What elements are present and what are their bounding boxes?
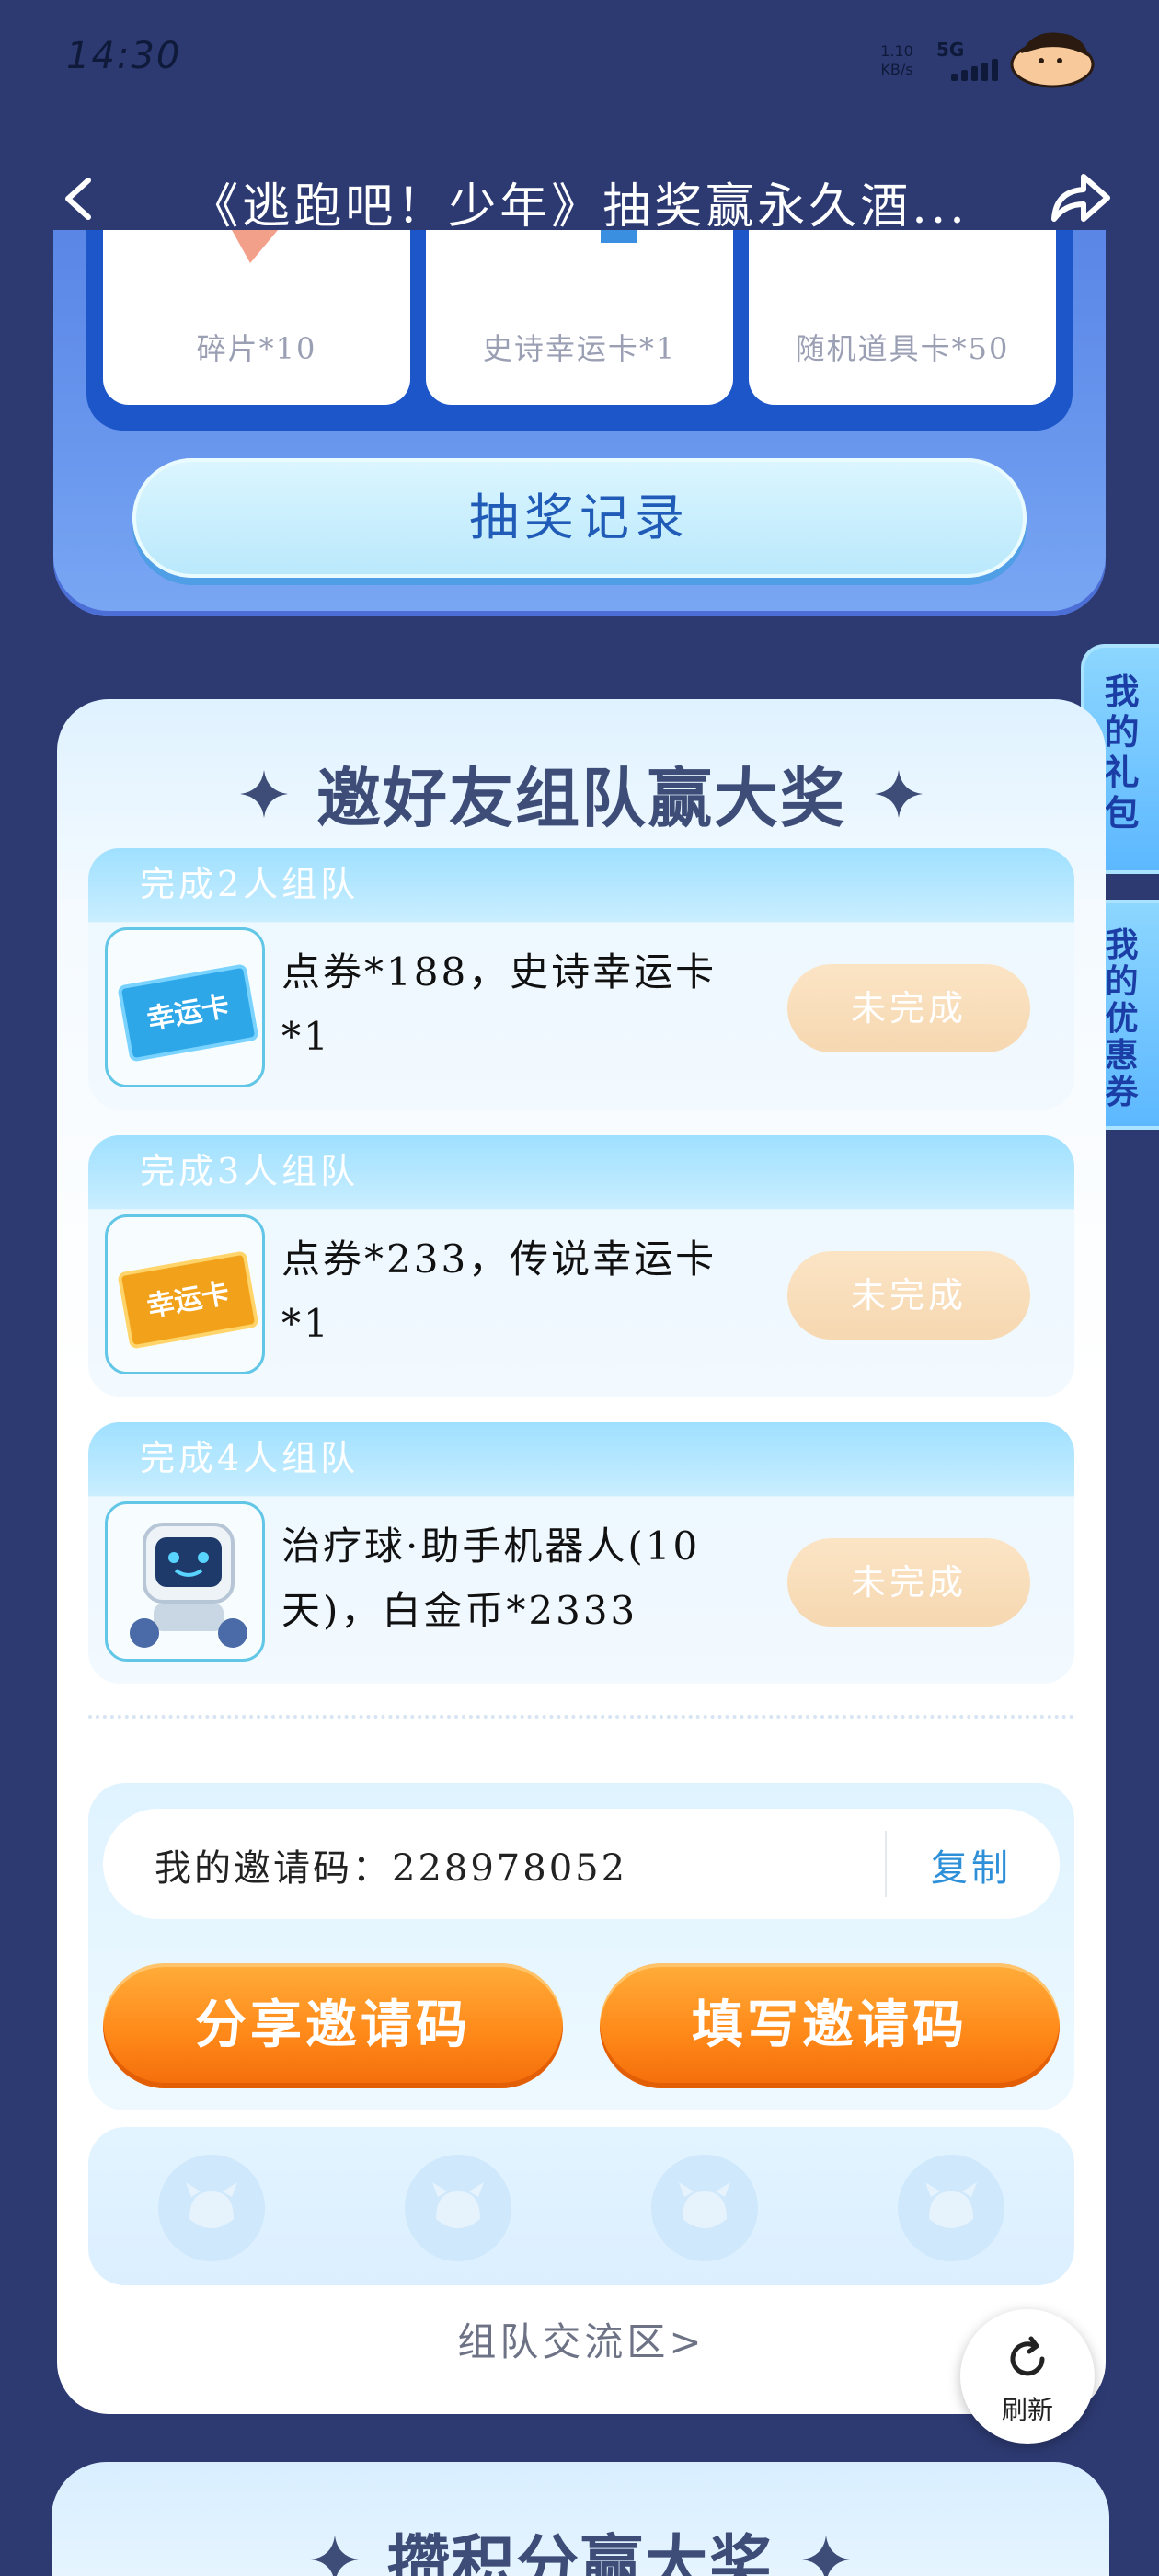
task-title: 完成4人组队 [140,1438,360,1478]
network-speed-value: 1.10 [880,42,913,60]
prize-tile-item-card: 随机道具卡*50 [749,230,1056,405]
team-chat-link[interactable]: 组队交流区> [57,2311,1106,2367]
lucky-card-blue-icon: 幸运卡 [105,927,265,1087]
placeholder-avatar-icon [679,2182,730,2228]
fill-invite-code-button[interactable]: 填写邀请码 [600,1963,1060,2088]
team-member-slots [88,2127,1074,2285]
invite-code-label: 我的邀请码： [155,1847,392,1890]
signal-icon: 5G [936,39,1001,83]
task-reward: 治疗球·助手机器人(10天)，白金币*2333 [281,1524,701,1633]
divider [88,1715,1074,1719]
prize-label: 随机道具卡*50 [795,331,1010,366]
my-coupon-label: 我的优惠券 [1105,926,1139,1111]
empty-avatar-slot[interactable] [405,2155,511,2261]
status-bar: 14:30 1.10 KB/s 5G [0,0,1159,120]
placeholder-avatar-icon [925,2182,977,2228]
copy-button[interactable]: 复制 [931,1838,1012,1892]
task-status-button[interactable]: 未完成 [787,1251,1030,1340]
task-reward: 点券*233，传说幸运卡*1 [281,1236,717,1346]
refresh-label: 刷新 [1001,2395,1053,2425]
empty-avatar-slot[interactable] [651,2155,758,2261]
chevron-left-icon[interactable] [55,173,107,224]
sparkle-icon [239,769,288,818]
task-status-button[interactable]: 未完成 [787,964,1030,1052]
empty-avatar-slot[interactable] [898,2155,1004,2261]
sparkle-icon [310,2535,359,2576]
placeholder-avatar-icon [432,2182,484,2228]
task-title: 完成3人组队 [140,1151,360,1191]
invite-panel: 我的邀请码：228978052 复制 分享邀请码 填写邀请码 [88,1783,1074,2110]
points-card: 攒积分赢大奖 [52,2462,1109,2576]
page-title: 《逃跑吧！少年》抽奖赢永久酒... [190,179,969,235]
prize-row: 碎片*10 史诗幸运卡*1 随机道具卡*50 [86,230,1073,431]
network-speed-unit: KB/s [880,61,913,78]
my-gift-label: 我的礼包 [1104,672,1140,834]
invite-code-value: 228978052 [392,1847,628,1890]
lucky-card-gold-icon: 幸运卡 [105,1214,265,1374]
points-title: 攒积分赢大奖 [386,2529,774,2576]
network-type: 5G [936,39,965,61]
team-task: 完成2人组队 幸运卡 点券*188，史诗幸运卡*1 未完成 [88,848,1074,1110]
prize-tile-epic-card: 史诗幸运卡*1 [426,230,733,405]
divider [885,1831,887,1897]
draw-record-button[interactable]: 抽奖记录 [132,458,1027,578]
team-title-row: 邀好友组队赢大奖 [57,747,1106,839]
placeholder-avatar-icon [186,2182,237,2228]
team-task: 完成4人组队 治疗球·助手机器人(10天)，白金币*2333 未完成 [88,1422,1074,1684]
share-arrow-icon[interactable] [1047,167,1115,228]
status-time: 14:30 [66,35,182,77]
refresh-icon [1010,2336,1045,2376]
cartoon-mascot-icon [1010,32,1095,88]
task-reward: 点券*188，史诗幸运卡*1 [281,949,717,1059]
points-title-row: 攒积分赢大奖 [52,2513,1109,2576]
lottery-card: 碎片*10 史诗幸运卡*1 随机道具卡*50 抽奖记录 [53,230,1106,616]
invite-code-box: 我的邀请码：228978052 复制 [103,1809,1060,1919]
task-title: 完成2人组队 [140,864,360,904]
team-task: 完成3人组队 幸运卡 点券*233，传说幸运卡*1 未完成 [88,1135,1074,1397]
refresh-button[interactable]: 刷新 [960,2309,1095,2444]
lucky-card-icon [601,230,637,243]
sparkle-icon [875,769,924,818]
sparkle-icon [802,2535,851,2576]
empty-avatar-slot[interactable] [158,2155,265,2261]
prize-tile-fragments: 碎片*10 [103,230,410,405]
task-status-button[interactable]: 未完成 [787,1538,1030,1627]
prize-label: 史诗幸运卡*1 [482,331,677,366]
invite-code-row: 我的邀请码：228978052 [155,1838,627,1892]
prize-label: 碎片*10 [196,331,317,366]
team-invite-card: 邀好友组队赢大奖 完成2人组队 幸运卡 点券*188，史诗幸运卡*1 未完成 完… [57,699,1106,2414]
robot-icon [105,1501,265,1662]
team-title: 邀好友组队赢大奖 [316,761,846,836]
share-invite-code-button[interactable]: 分享邀请码 [103,1963,563,2088]
fragment-icon [232,230,278,263]
network-speed: 1.10 KB/s [878,42,915,79]
